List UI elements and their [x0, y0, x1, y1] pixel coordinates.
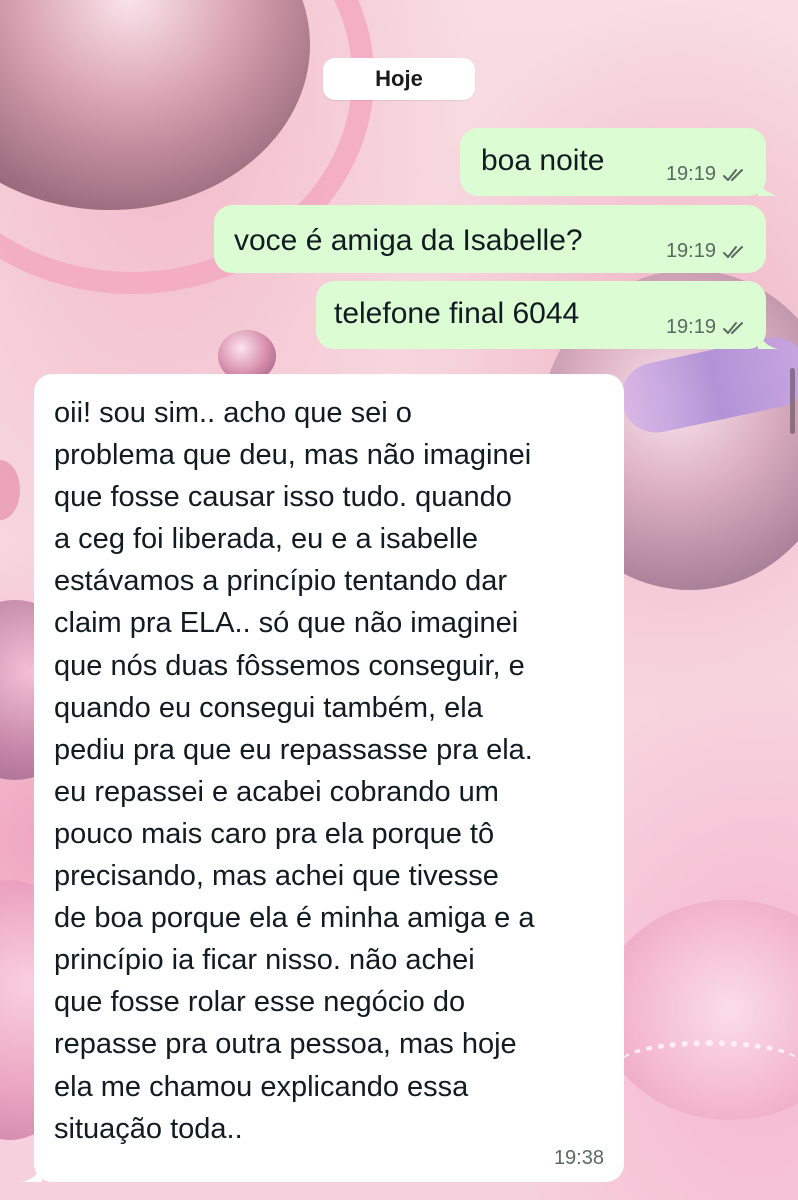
message-line: estávamos a princípio tentando dar [54, 565, 507, 598]
message-time: 19:38 [553, 1147, 604, 1169]
message-line: que nós duas fôssemos conseguir, e [54, 649, 525, 682]
message-line: oii! sou sim.. acho que sei o [54, 397, 412, 429]
message-time: 19:19 [665, 163, 716, 185]
message-line: problema que deu, mas não imaginei [54, 439, 532, 472]
outgoing-message[interactable]: telefone final 6044 19:19 [316, 281, 778, 349]
message-line: a ceg foi liberada, eu e a isabelle [54, 523, 479, 556]
message-line: pouco mais caro pra ela porque tô [54, 817, 495, 850]
message-text: boa noite [481, 144, 605, 177]
outgoing-message[interactable]: boa noite 19:19 [460, 128, 778, 196]
message-line: claim pra ELA.. só que não imaginei [54, 607, 519, 640]
message-line: ela me chamou explicando essa [54, 1070, 469, 1103]
message-line: situação toda.. [54, 1112, 243, 1145]
message-meta: 19:19 [666, 240, 748, 263]
message-time: 19:19 [665, 240, 716, 262]
message-line: eu repassei e acabei cobrando um [54, 775, 499, 808]
message-line: de boa porque ela é minha amiga e a [54, 902, 535, 935]
message-line: precisando, mas achei que tivesse [54, 860, 499, 893]
read-double-check-icon [722, 244, 748, 260]
message-line: princípio ia ficar nisso. não achei [54, 944, 475, 977]
wallpaper-accent [0, 460, 20, 520]
bubble-tail [758, 174, 778, 196]
outgoing-message[interactable]: voce é amiga da Isabelle? 19:19 [214, 205, 766, 273]
wallpaper-orb-right-low [600, 900, 798, 1120]
message-meta: 19:38 [554, 1147, 604, 1170]
read-double-check-icon [722, 167, 748, 183]
message-text: oii! sou sim.. acho que sei o problema q… [54, 392, 614, 1150]
message-text: telefone final 6044 [334, 297, 580, 330]
wallpaper-pearls [620, 1040, 798, 1086]
message-time: 19:19 [665, 316, 716, 338]
message-meta: 19:19 [666, 163, 748, 186]
incoming-message[interactable]: oii! sou sim.. acho que sei o problema q… [22, 374, 624, 1182]
message-line: pediu pra que eu repassasse pra ela. [54, 733, 533, 766]
message-line: que fosse causar isso tudo. quando [54, 481, 512, 514]
message-line: quando eu consegui também, ela [54, 691, 483, 724]
message-line: repasse pra outra pessoa, mas hoje [54, 1028, 517, 1061]
date-separator: Hoje [323, 58, 475, 100]
scrollbar[interactable] [790, 368, 795, 434]
message-meta: 19:19 [666, 316, 748, 339]
bubble-tail [758, 327, 778, 349]
message-text: voce é amiga da Isabelle? [234, 224, 583, 257]
message-line: que fosse rolar esse negócio do [54, 986, 466, 1019]
read-double-check-icon [722, 320, 748, 336]
bubble-tail [22, 1160, 42, 1182]
